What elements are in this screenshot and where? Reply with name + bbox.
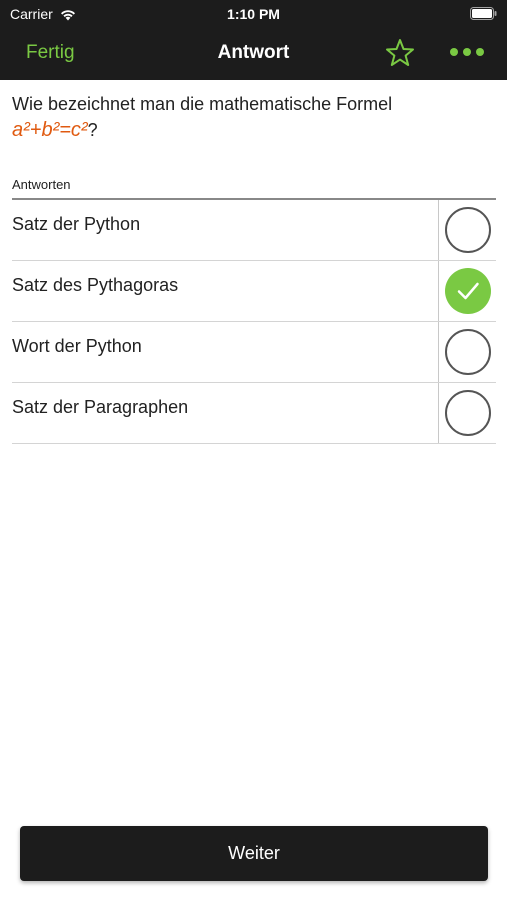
question-text: Wie bezeichnet man die mathematische For…	[12, 91, 492, 143]
answer-row[interactable]: Satz des Pythagoras	[12, 261, 496, 322]
answer-label: Satz der Paragraphen	[12, 397, 189, 417]
battery-icon	[470, 7, 497, 20]
answer-row[interactable]: Satz der Python	[12, 200, 496, 261]
checkmark-circle-icon[interactable]	[445, 268, 491, 314]
answer-check-cell[interactable]	[438, 200, 496, 260]
answer-check-cell[interactable]	[438, 261, 496, 321]
answers-list: Satz der Python Satz des Pythagoras Wort…	[12, 198, 496, 444]
answer-label: Satz der Python	[12, 214, 141, 234]
page-title: Antwort	[217, 42, 290, 63]
clock: 1:10 PM	[227, 6, 280, 22]
answer-label: Satz des Pythagoras	[12, 275, 179, 295]
answer-check-cell[interactable]	[438, 322, 496, 382]
answer-check-cell[interactable]	[438, 383, 496, 443]
question-prompt: Wie bezeichnet man die mathematische For…	[12, 94, 393, 114]
question-formula: a²+b²=c²	[12, 119, 88, 141]
checkmark-icon	[457, 282, 479, 300]
radio-circle-icon[interactable]	[445, 207, 491, 253]
answers-section-label: Antworten	[12, 177, 71, 192]
more-options-icon[interactable]	[448, 42, 488, 62]
answer-row[interactable]: Satz der Paragraphen	[12, 383, 496, 444]
radio-circle-icon[interactable]	[445, 329, 491, 375]
next-button[interactable]: Weiter	[20, 826, 488, 881]
status-bar: Carrier 1:10 PM	[0, 0, 507, 28]
radio-circle-icon[interactable]	[445, 390, 491, 436]
answer-row[interactable]: Wort der Python	[12, 322, 496, 383]
answer-label: Wort der Python	[12, 336, 142, 356]
question-mark: ?	[87, 120, 98, 140]
navigation-bar: Fertig Antwort	[0, 28, 507, 80]
favorite-star-icon[interactable]	[384, 37, 416, 69]
